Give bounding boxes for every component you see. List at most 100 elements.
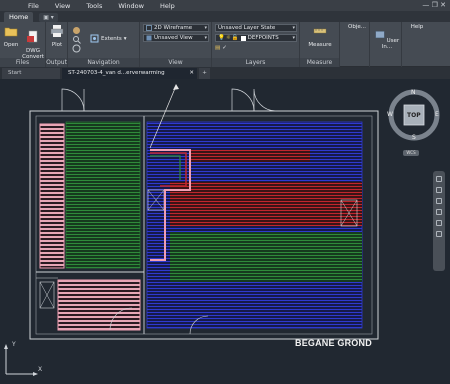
layer-properties-icon: ▤ xyxy=(215,45,221,51)
new-tab-button[interactable]: + xyxy=(199,68,210,79)
ucs-y-label: Y xyxy=(12,341,16,348)
green-heating-loop-left xyxy=(65,121,141,269)
visual-style-dropdown[interactable]: 2D Wireframe ▾ xyxy=(143,24,209,32)
menu-bar: File View Tools Window Help — ❐ ✕ xyxy=(0,0,450,11)
orbit-button[interactable] xyxy=(72,44,81,53)
open-label: Open xyxy=(3,42,19,48)
navbar-options-icon[interactable] xyxy=(436,231,442,237)
tab-workspace-switch[interactable]: ▣ ▾ xyxy=(39,13,58,22)
visual-style-value: 2D Wireframe xyxy=(154,25,193,31)
door-swing-top-right xyxy=(231,88,255,112)
drawing-canvas[interactable]: Y X xyxy=(0,79,450,384)
wcs-menu-button[interactable]: WCS xyxy=(403,150,419,156)
panel-output-title: Output xyxy=(46,58,67,67)
green-heating-loop-right xyxy=(170,232,362,282)
showmotion-icon[interactable] xyxy=(436,220,442,226)
pan-button[interactable] xyxy=(72,26,81,35)
chevron-down-icon: ▾ xyxy=(292,25,295,31)
pan-icon[interactable] xyxy=(436,187,442,193)
panel-layers-title: Layers xyxy=(212,58,299,67)
extents-label: Extents xyxy=(101,35,122,42)
viewcube-east[interactable]: E xyxy=(435,111,439,118)
floor-plan-drawing xyxy=(29,84,379,340)
user-interface-label: User In... xyxy=(381,38,400,50)
close-icon[interactable]: ✕ xyxy=(189,68,194,79)
file-tab-bar: Start ST-240703-4_van d...erverwarming ✕… xyxy=(0,67,450,79)
pan-hand-icon xyxy=(73,27,80,34)
tab-active-drawing-label: ST-240703-4_van d...erverwarming xyxy=(68,70,165,76)
orbit-icon[interactable] xyxy=(436,209,442,215)
pink-heating-loop-left xyxy=(39,123,65,269)
objects-button[interactable]: Obje... xyxy=(345,24,369,30)
chevron-down-icon: ▾ xyxy=(204,25,207,31)
measure-button[interactable]: Measure xyxy=(303,24,337,48)
tab-start[interactable]: Start xyxy=(2,68,60,79)
viewcube-top-face[interactable]: TOP xyxy=(407,112,421,119)
layer-state-value: Unsaved Layer State xyxy=(218,25,276,31)
panel-layers: Unsaved Layer State ▾ 💡 ☼ 🔓 DEFPOINTS ▾ … xyxy=(212,22,300,67)
menu-view[interactable]: View xyxy=(47,2,78,10)
lightbulb-icon: 💡 xyxy=(218,35,225,41)
named-view-value: Unsaved View xyxy=(154,35,193,41)
make-current-icon: ✓ xyxy=(222,45,227,51)
pink-heating-loop-bottom xyxy=(57,279,141,331)
panel-measure: Measure Measure xyxy=(300,22,340,67)
plot-label: Plot xyxy=(51,42,63,48)
orbit-icon xyxy=(72,44,81,53)
panel-output: Plot Output xyxy=(46,22,68,67)
viewcube-south[interactable]: S xyxy=(412,134,416,141)
menu-window[interactable]: Window xyxy=(110,2,152,10)
layer-tools[interactable]: ▤ ✓ xyxy=(215,45,227,51)
panel-help: Help xyxy=(404,22,430,67)
menu-tools[interactable]: Tools xyxy=(78,2,110,10)
open-button[interactable]: Open xyxy=(3,24,19,48)
menu-file[interactable]: File xyxy=(20,2,47,10)
current-layer-value: DEFPOINTS xyxy=(247,35,279,41)
menu-help[interactable]: Help xyxy=(152,2,183,10)
chevron-down-icon: ▾ xyxy=(292,35,295,41)
navigation-bar xyxy=(433,171,445,271)
panel-user-interface: User In... xyxy=(372,22,402,67)
tab-home[interactable]: Home xyxy=(4,12,34,22)
plot-button[interactable]: Plot xyxy=(48,24,66,48)
window-controls[interactable]: — ❐ ✕ xyxy=(422,1,446,9)
zoom-extents-icon xyxy=(90,34,99,43)
viewcube-north[interactable]: N xyxy=(411,89,416,96)
lock-icon: 🔓 xyxy=(231,35,239,41)
door-swing-top-left xyxy=(61,88,85,112)
zoom-extents-button[interactable]: Extents ▾ xyxy=(90,34,127,43)
zoom-icon xyxy=(73,36,81,44)
user-interface-icon xyxy=(375,31,385,39)
wireframe-icon xyxy=(146,25,152,31)
dwg-convert-button[interactable]: DWG Convert xyxy=(22,24,44,60)
panel-files-title: Files xyxy=(0,58,45,67)
steering-wheel-icon[interactable] xyxy=(436,176,442,182)
panel-navigation: Extents ▾ Navigation xyxy=(68,22,140,67)
named-view-dropdown[interactable]: Unsaved View ▾ xyxy=(143,34,209,42)
dwg-convert-icon xyxy=(27,30,38,43)
panel-view: 2D Wireframe ▾ Unsaved View ▾ View xyxy=(140,22,212,67)
help-button[interactable]: Help xyxy=(405,24,429,30)
sun-icon: ☼ xyxy=(225,35,231,41)
tab-active-drawing[interactable]: ST-240703-4_van d...erverwarming ✕ xyxy=(62,68,197,79)
folder-icon xyxy=(4,27,18,37)
layer-color-swatch xyxy=(240,35,246,41)
zoom-button[interactable] xyxy=(72,35,81,44)
panel-navigation-title: Navigation xyxy=(68,58,139,67)
layer-dropdown[interactable]: 💡 ☼ 🔓 DEFPOINTS ▾ xyxy=(215,34,297,42)
zoom-icon[interactable] xyxy=(436,198,442,204)
layer-state-dropdown[interactable]: Unsaved Layer State ▾ xyxy=(215,24,297,32)
ribbon: Open DWG Convert Files Plot Output Exten… xyxy=(0,22,450,67)
red-heating-loop xyxy=(170,182,362,226)
chevron-down-icon: ▾ xyxy=(204,35,207,41)
help-label: Help xyxy=(410,24,424,30)
user-interface-button[interactable]: User In... xyxy=(373,30,401,50)
panel-view-title: View xyxy=(140,58,211,67)
view-icon xyxy=(146,35,152,41)
panel-objects: Obje... xyxy=(344,22,370,67)
objects-label: Obje... xyxy=(348,24,366,30)
printer-icon xyxy=(50,25,64,37)
ucs-x-label: X xyxy=(38,366,43,373)
tab-start-label: Start xyxy=(8,70,22,76)
viewcube-west[interactable]: W xyxy=(387,111,393,118)
